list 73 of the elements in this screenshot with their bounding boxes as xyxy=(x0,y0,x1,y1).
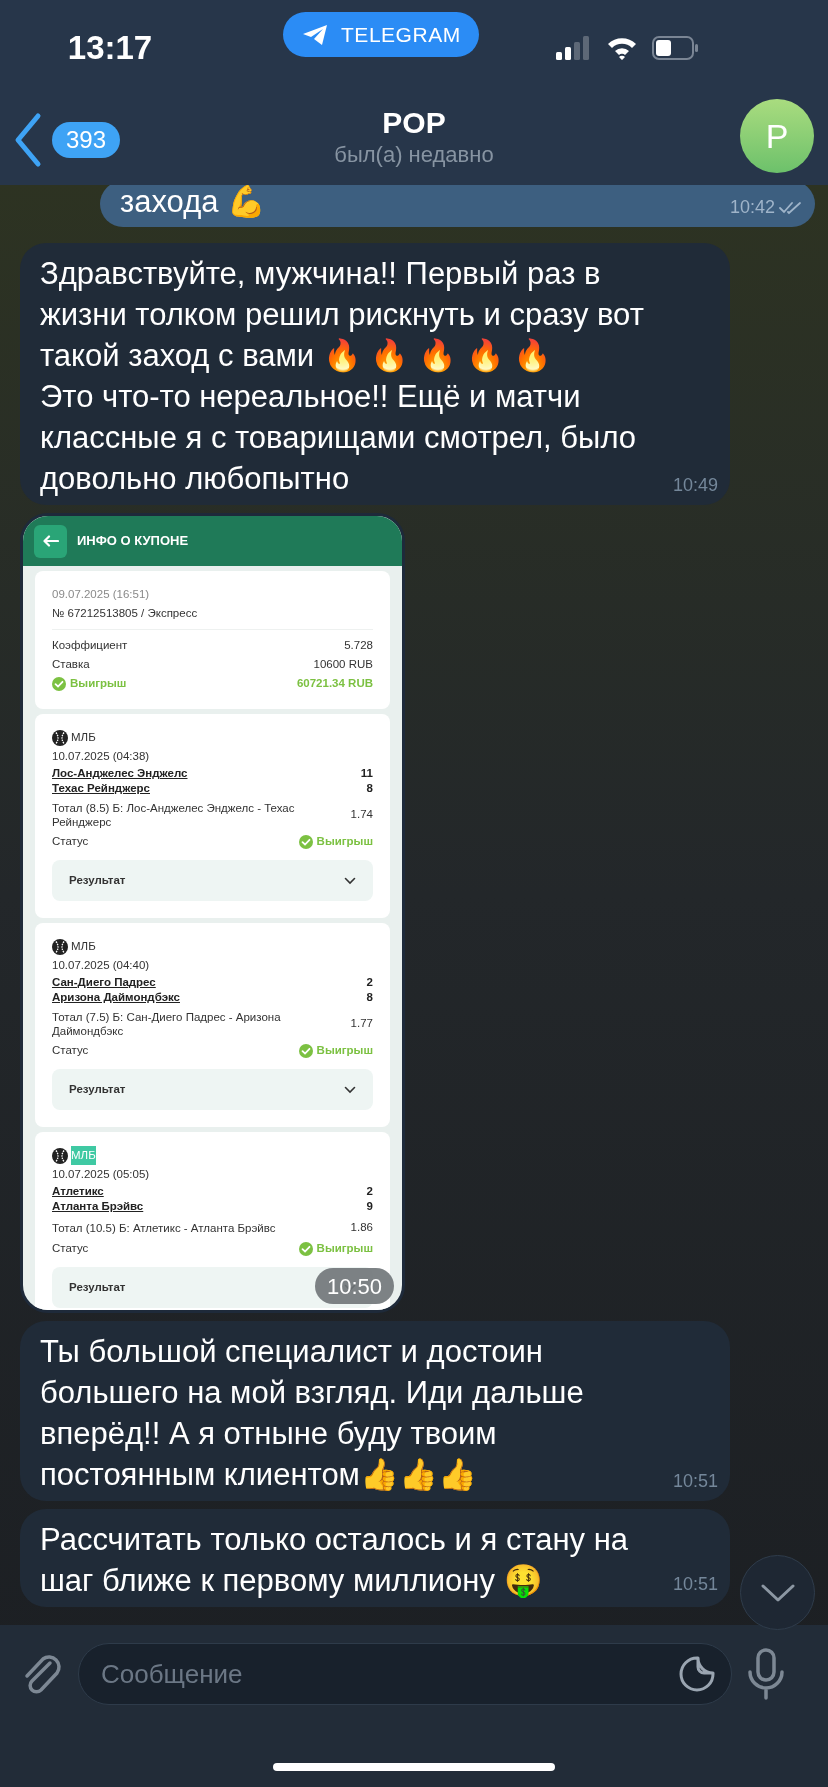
message-text: Ты большой специалист и достоин большего на мой взгляд. Иди дальше вперёд!! А я отныне буду твоим постоянным клиентом👍👍👍 xyxy=(40,1333,585,1494)
message-text: Здравствуйте, мужчина!! Первый раз в жизни толком решил рискнуть и сразу вот такой заход с вами 🔥 🔥 🔥 🔥 🔥 Это что-то нереальное!! Ещё и матчи классные я с товарищами смотрел, было довольно любопытно xyxy=(40,255,645,498)
win-label: Выигрыш xyxy=(52,674,127,693)
team-link[interactable]: Аризона Даймондбэкс xyxy=(52,990,180,1005)
team-score: 11 xyxy=(360,766,373,781)
back-arrow-icon xyxy=(42,535,59,547)
battery-icon xyxy=(652,35,698,60)
team-link[interactable]: Лос-Анджелес Энджелс xyxy=(52,766,188,781)
coupon-number: № 67212513805 / Экспресс xyxy=(52,606,199,621)
bet-description: Тотал (10.5) Б: Атлетикс - Атланта Брэйвс xyxy=(52,1220,277,1235)
chat-title: POP xyxy=(382,105,446,141)
chevron-down-icon xyxy=(760,1583,795,1602)
league-name: МЛБ xyxy=(71,730,96,745)
screen-title: ИНФО О КУПОНЕ xyxy=(77,532,189,551)
timestamp-toast: 10:50 xyxy=(314,1268,394,1304)
status-value: Выигрыш xyxy=(298,1041,373,1060)
status-label: Статус xyxy=(52,1043,89,1058)
clock-time: 13:17 xyxy=(67,27,153,68)
check-icon xyxy=(298,1241,313,1256)
team-link[interactable]: Атлетикс xyxy=(52,1184,104,1199)
message-time: 10:51 xyxy=(672,1470,718,1493)
status-value: Выигрыш xyxy=(298,1239,373,1259)
coupon-screenshot[interactable] xyxy=(20,513,405,1313)
bet-odds: 1.74 xyxy=(350,807,373,823)
event-date: 10.07.2025 (04:38) xyxy=(52,749,151,764)
bet-description: Тотал (8.5) Б: Лос-Анджелес Энджелс - Техас Рейнджерс xyxy=(52,801,296,829)
baseball-icon xyxy=(52,1147,68,1164)
message-text: Рассчитать только осталось и я стану на шаг ближе к первому миллиону 🤑 xyxy=(40,1521,630,1600)
sticker-icon[interactable] xyxy=(677,1654,717,1694)
result-dropdown[interactable]: Результат xyxy=(52,860,373,901)
back-icon[interactable] xyxy=(14,112,42,168)
league-name: МЛБ xyxy=(71,939,96,954)
check-icon xyxy=(298,834,313,849)
signal-icon xyxy=(556,35,592,60)
coupon-date: 09.07.2025 (16:51) xyxy=(52,587,151,602)
paper-plane-icon xyxy=(301,22,329,47)
event-date: 10.07.2025 (04:40) xyxy=(52,958,151,973)
league-name: МЛБ xyxy=(71,1146,96,1165)
summary-label: Коэффициент xyxy=(52,638,128,653)
team-link[interactable]: Сан-Диего Падрес xyxy=(52,975,156,990)
message-time: 10:42 xyxy=(729,196,775,219)
chevron-down-icon xyxy=(344,1085,356,1094)
status-label: Статус xyxy=(52,834,89,849)
baseball-icon xyxy=(52,729,68,746)
win-amount: 60721.34 RUB xyxy=(296,676,373,691)
event-date: 10.07.2025 (05:05) xyxy=(52,1167,151,1182)
baseball-icon xyxy=(52,938,68,955)
last-seen-status: был(а) недавно xyxy=(334,141,494,169)
bet-odds: 1.77 xyxy=(350,1016,373,1032)
message-field[interactable]: Сообщение xyxy=(78,1643,732,1705)
check-icon xyxy=(298,1043,313,1058)
wifi-icon xyxy=(606,35,638,60)
summary-label: Ставка xyxy=(52,657,90,672)
result-dropdown[interactable]: Результат xyxy=(52,1069,373,1110)
team-score: 8 xyxy=(366,781,373,796)
team-link[interactable]: Техас Рейнджерс xyxy=(52,781,150,796)
team-score: 2 xyxy=(366,1184,373,1199)
microphone-icon[interactable] xyxy=(746,1648,786,1700)
summary-value: 5.728 xyxy=(344,638,373,653)
team-score: 2 xyxy=(366,975,373,990)
team-link[interactable]: Атланта Брэйвс xyxy=(52,1199,144,1214)
back-button[interactable] xyxy=(34,524,67,558)
chevron-down-icon xyxy=(344,876,356,885)
team-score: 9 xyxy=(366,1199,373,1214)
message-time: 10:51 xyxy=(672,1573,718,1596)
bet-odds: 1.86 xyxy=(350,1220,373,1235)
status-value: Выигрыш xyxy=(298,832,373,851)
message-time: 10:49 xyxy=(672,474,718,497)
team-score: 8 xyxy=(366,990,373,1005)
status-label: Статус xyxy=(52,1241,89,1257)
check-icon xyxy=(52,676,66,691)
summary-value: 10600 RUB xyxy=(313,657,373,672)
bet-description: Тотал (7.5) Б: Сан-Диего Падрес - Аризона Даймондбэкс xyxy=(52,1010,282,1038)
